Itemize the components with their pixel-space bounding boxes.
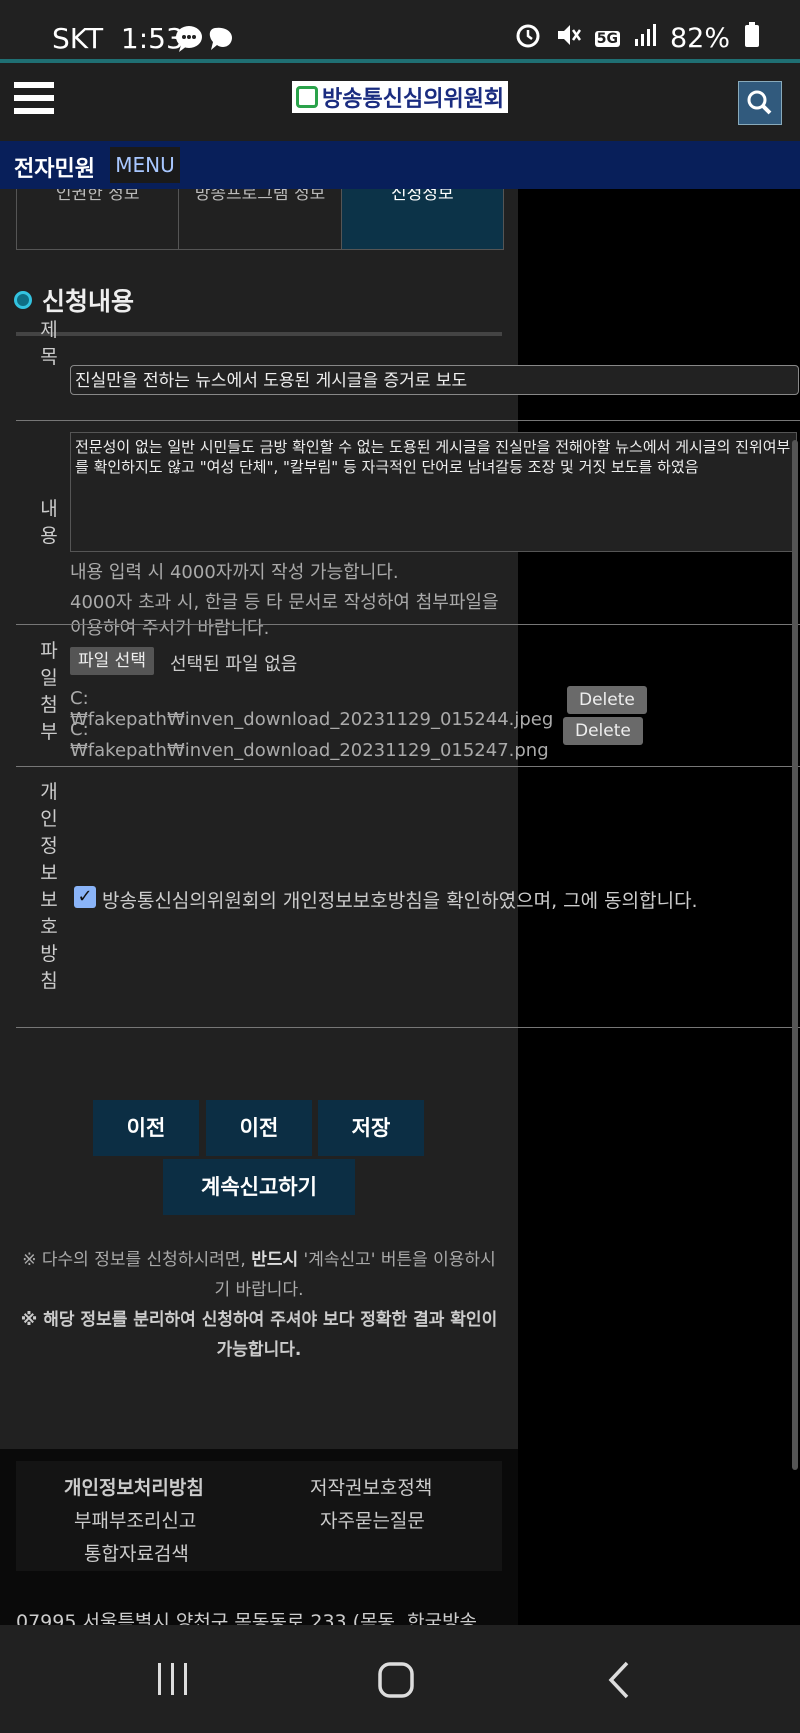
site-header: 방송통신심의위원회 xyxy=(0,63,800,141)
bullet-icon xyxy=(14,291,32,309)
status-time: SKT 1:53 xyxy=(52,22,184,55)
step-tabs: 인권한 정보 방송프로그램 정보 신청정보 xyxy=(16,189,504,250)
signal-icon xyxy=(634,23,656,54)
tab-complainant-info[interactable]: 인권한 정보 xyxy=(17,189,180,249)
search-icon xyxy=(747,90,772,115)
content-textarea[interactable]: 전문성이 없는 일반 시민들도 금방 확인할 수 없는 도용된 게시글을 진실만… xyxy=(70,432,797,552)
notice-text: ※ 다수의 정보를 신청하시려면, xyxy=(22,1250,246,1270)
site-logo[interactable]: 방송통신심의위원회 xyxy=(292,81,509,113)
tab-application-info[interactable]: 신청정보 xyxy=(341,189,503,249)
row-divider xyxy=(16,766,800,767)
footer-link-search[interactable]: 통합자료검색 xyxy=(84,1539,189,1566)
section-title: 신청내용 xyxy=(42,287,135,316)
back-icon[interactable] xyxy=(607,1661,631,1703)
site-footer: 개인정보처리방침 저작권보호정책 부패부조리신고 자주묻는질문 통합자료검색 0… xyxy=(0,1449,518,1633)
privacy-agree-checkbox[interactable]: ✓ xyxy=(74,886,96,908)
privacy-label: 개인정보보호방침 xyxy=(40,781,58,992)
footer-link-faq[interactable]: 자주묻는질문 xyxy=(320,1506,425,1533)
row-divider xyxy=(16,1027,800,1028)
top-nav: 전자민원 MENU xyxy=(0,141,800,189)
main-content: 인권한 정보 방송프로그램 정보 신청정보 신청내용 제목 진실만을 전하는 뉴… xyxy=(0,189,800,1449)
search-button[interactable] xyxy=(738,81,782,125)
title-input[interactable]: 진실만을 전하는 뉴스에서 도용된 게시글을 증거로 보도 xyxy=(70,365,799,395)
hamburger-menu-icon[interactable] xyxy=(14,82,54,122)
recent-apps-icon[interactable] xyxy=(156,1661,190,1701)
section-header: 신청내용 xyxy=(14,282,134,318)
content-hint-1: 내용 입력 시 4000자까지 작성 가능합니다. xyxy=(70,562,399,583)
prev-button[interactable]: 이전 xyxy=(93,1100,199,1156)
footer-link-copyright[interactable]: 저작권보호정책 xyxy=(310,1473,432,1500)
notice-emphasis: 반드시 xyxy=(251,1250,299,1270)
tab-program-info[interactable]: 방송프로그램 정보 xyxy=(179,189,342,249)
content-label: 내용 xyxy=(40,498,58,547)
status-bar: SKT 1:53 5G 82% xyxy=(0,0,800,62)
battery-percent: 82% xyxy=(669,23,730,54)
title-label: 제목 xyxy=(40,319,58,368)
row-divider xyxy=(16,624,800,625)
delete-file-button[interactable]: Delete xyxy=(563,717,643,745)
footer-links: 개인정보처리방침 저작권보호정책 부패부조리신고 자주묻는질문 통합자료검색 xyxy=(16,1461,502,1571)
footer-link-corruption[interactable]: 부패부조리신고 xyxy=(74,1506,196,1533)
scrollbar[interactable] xyxy=(792,440,798,1470)
no-file-text: 선택된 파일 없음 xyxy=(170,654,298,675)
site-logo-text: 방송통신심의위원회 xyxy=(322,87,505,112)
privacy-agree-text: 방송통신심의위원회의 개인정보보호방침을 확인하였으며, 그에 동의합니다. xyxy=(102,890,698,912)
content-hint-2: 4000자 초과 시, 한글 등 타 문서로 작성하여 첨부파일을 이용하여 주… xyxy=(70,592,499,639)
system-nav-bar xyxy=(0,1625,800,1733)
alarm-icon xyxy=(515,22,541,55)
row-divider xyxy=(16,420,800,421)
message-icon xyxy=(175,24,237,58)
section-rule xyxy=(16,332,502,336)
logo-mark-icon xyxy=(296,86,318,108)
save-button[interactable]: 저장 xyxy=(318,1100,424,1156)
prev-button[interactable]: 이전 xyxy=(206,1100,312,1156)
footer-link-privacy[interactable]: 개인정보처리방침 xyxy=(64,1473,204,1500)
network-icon: 5G xyxy=(594,30,620,47)
delete-file-button[interactable]: Delete xyxy=(567,686,647,714)
battery-icon xyxy=(744,22,760,55)
file-path: C:₩fakepath₩inven_download_20231129_0152… xyxy=(70,719,549,761)
continue-report-button[interactable]: 계속신고하기 xyxy=(163,1159,355,1215)
choose-file-button[interactable]: 파일 선택 xyxy=(70,647,154,675)
home-icon[interactable] xyxy=(377,1661,415,1703)
notice-multiple: ※ 다수의 정보를 신청하시려면, 반드시 '계속신고' 버튼을 이용하시기 바… xyxy=(16,1245,502,1305)
mute-icon xyxy=(555,22,581,55)
file-attach-label: 파일첨부 xyxy=(40,640,58,743)
notice-separate: ※ 해당 정보를 분리하여 신청하여 주셔야 보다 정확한 결과 확인이 가능합… xyxy=(20,1310,498,1360)
menu-button[interactable]: MENU xyxy=(110,147,180,183)
nav-title: 전자민원 xyxy=(14,157,95,182)
